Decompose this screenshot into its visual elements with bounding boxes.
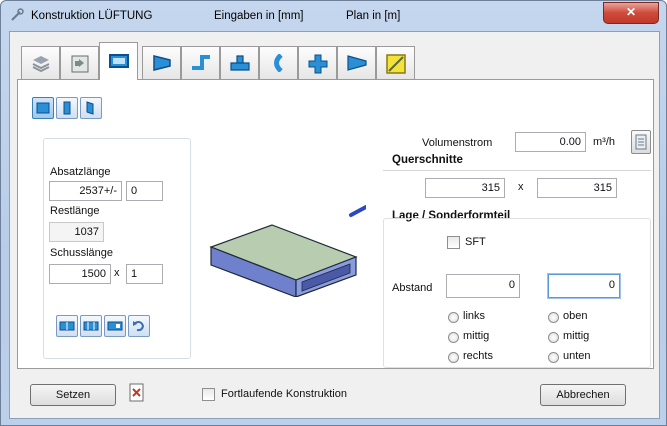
split-multi-button[interactable] [80,315,102,337]
radio-unten[interactable] [548,352,559,363]
radio-mittig-right[interactable] [548,332,559,343]
top-view-icon [86,101,94,115]
abstand-field-1[interactable]: 0 [446,274,520,298]
tab-cross-piece[interactable] [298,46,337,79]
schuss-count-field[interactable]: 1 [126,264,163,284]
flow-arrow-icon [349,205,366,217]
absatz-label: Absatzlänge [50,166,111,178]
sft-checkbox[interactable] [447,236,460,249]
tab-duct-page[interactable] [60,46,99,79]
tab-bend[interactable] [259,46,298,79]
radio-links-label: links [463,310,486,322]
tab-damper[interactable] [376,46,415,79]
tab-tee-branch[interactable] [220,46,259,79]
rest-length-field: 1037 [49,222,104,242]
delete-button[interactable] [126,382,148,404]
radio-oben-label: oben [563,310,588,322]
split-equal-icon [59,321,75,331]
absatz-length-field[interactable]: 2537+/- [49,181,122,201]
close-button[interactable]: ✕ [603,2,659,24]
cross-section-times: x [518,181,524,193]
tab-layers[interactable] [21,46,60,79]
tee-branch-icon [230,55,250,71]
view-front-button[interactable] [32,97,54,119]
schuss-label: Schusslänge [50,247,113,259]
abstand-field-2[interactable]: 0 [548,274,620,298]
offset-bend-icon [192,55,210,70]
querschnitte-title: Querschnitte [392,154,463,166]
client-area: Absatzlänge 2537+/- 0 Restlänge 1037 Sch… [9,31,660,419]
view-top-button[interactable] [80,97,102,119]
undo-icon [133,321,145,332]
radio-rechts[interactable] [448,352,459,363]
schuss-length-field[interactable]: 1500 [49,264,111,284]
radio-mittig-left[interactable] [448,332,459,343]
setzen-button[interactable]: Setzen [30,384,116,406]
delete-document-icon [129,383,144,402]
rest-label: Restlänge [50,205,100,217]
tab-panel: Absatzlänge 2537+/- 0 Restlänge 1037 Sch… [17,79,654,369]
split-rest-button[interactable] [104,315,126,337]
duct-page-icon [71,55,89,73]
radio-rechts-label: rechts [463,350,493,362]
radio-mittig-right-label: mittig [563,330,590,342]
fortlaufend-label: Fortlaufende Konstruktion [221,388,347,400]
window-title: Konstruktion LÜFTUNG [31,10,153,22]
reducer-icon [347,55,367,71]
abbrechen-button[interactable]: Abbrechen [540,384,626,406]
split-multi-icon [83,321,99,331]
tab-transition[interactable] [142,46,181,79]
abstand-label: Abstand [392,282,433,294]
schuss-times-label: x [114,267,120,279]
damper-icon [386,54,406,74]
view-side-button[interactable] [56,97,78,119]
volumen-field[interactable]: 0.00 [515,132,586,152]
radio-oben[interactable] [548,312,559,323]
tab-reducer[interactable] [337,46,376,79]
calculator-button[interactable] [631,130,651,154]
app-icon [11,8,24,21]
title-bar: Konstruktion LÜFTUNG Eingaben in [mm] Pl… [1,1,666,31]
radio-unten-label: unten [563,350,591,362]
cross-section-a-field[interactable]: 315 [425,178,505,198]
fortlaufend-checkbox[interactable] [202,388,215,401]
volumen-unit: m³/h [593,136,615,148]
split-rest-icon [107,321,123,331]
units-input-label: Eingaben in [mm] [214,10,304,22]
front-view-icon [36,102,50,114]
tab-straight-duct[interactable] [99,42,138,80]
bend-icon [274,54,283,72]
layers-icon [32,56,50,72]
duct-preview [209,205,366,297]
calculator-icon [635,134,647,150]
tab-offset-bend[interactable] [181,46,220,79]
radio-mittig-left-label: mittig [463,330,490,342]
transition-icon [153,55,171,71]
sft-label: SFT [465,236,486,248]
cross-piece-icon [308,54,328,74]
undo-button[interactable] [128,315,150,337]
section-divider [383,170,651,171]
cross-section-b-field[interactable]: 315 [537,178,617,198]
split-equal-button[interactable] [56,315,78,337]
dialog-window: Konstruktion LÜFTUNG Eingaben in [mm] Pl… [0,0,667,426]
absatz-offset-field[interactable]: 0 [126,181,163,201]
volumen-label: Volumenstrom [422,137,493,149]
side-view-icon [63,101,71,115]
straight-duct-icon [109,54,129,68]
radio-links[interactable] [448,312,459,323]
units-plan-label: Plan in [m] [346,10,401,22]
